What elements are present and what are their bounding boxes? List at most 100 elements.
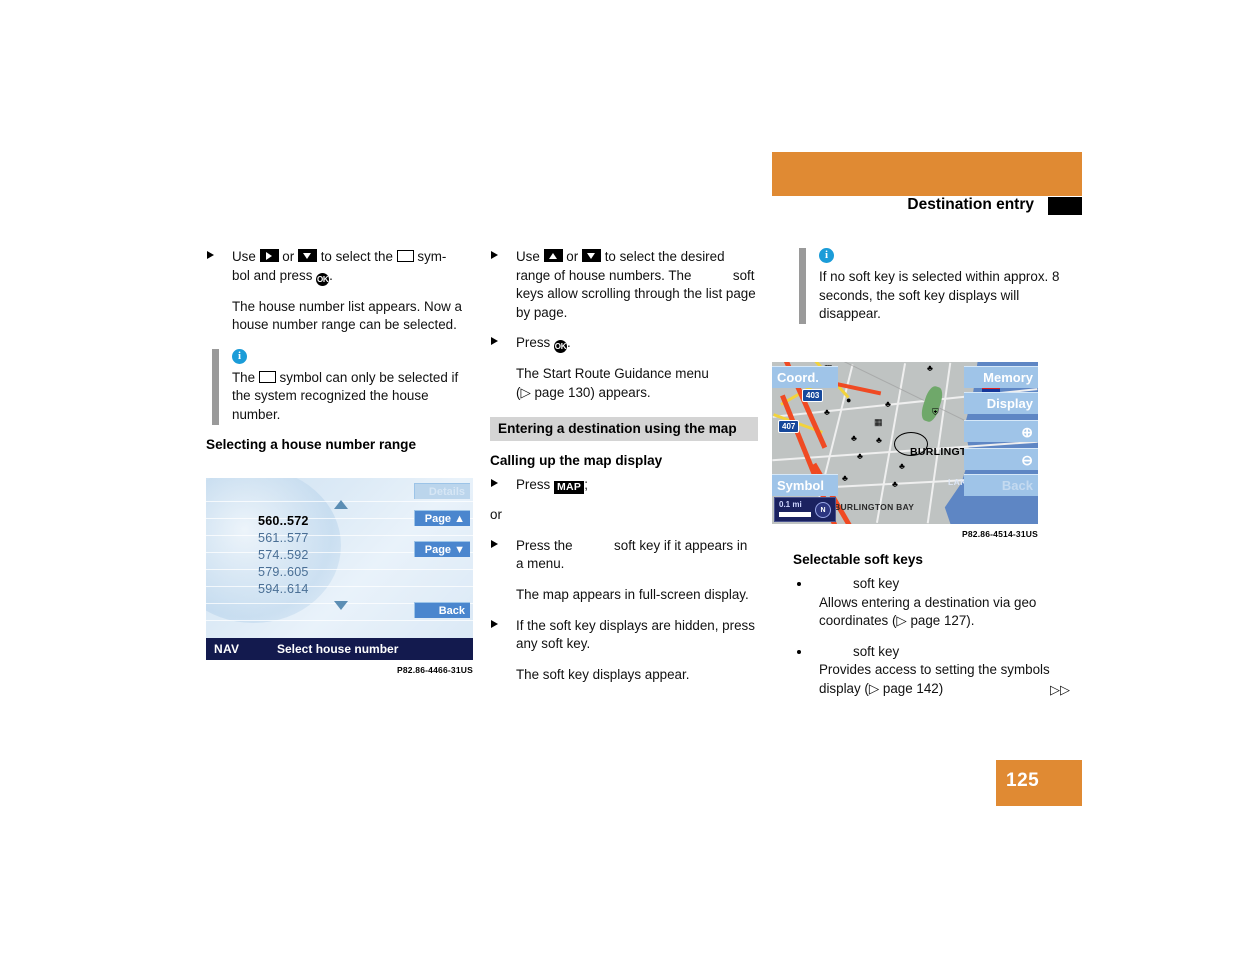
step-text: If the soft key displays are hidden, pre… (516, 617, 755, 652)
step-text-post: sym- (417, 249, 447, 264)
softkey-zoom-in[interactable]: ⊕ (964, 420, 1038, 442)
house-number-range-list: 560..572 561..577 574..592 579..605 594.… (206, 486, 411, 597)
map-scale-value: 0.1 mi (779, 500, 802, 509)
poi-tree-icon: ♣ (892, 479, 898, 489)
list-item[interactable]: 561..577 (206, 529, 411, 546)
step-text-pre: Use (516, 249, 540, 264)
section-bar-entering-destination-map: Entering a destination using the map (490, 416, 758, 441)
note-vertical-bar (799, 248, 806, 324)
softkey-memory[interactable]: Memory (964, 366, 1038, 388)
ok-key-icon: OK (553, 340, 567, 354)
paragraph-map-fullscreen: The map appears in full-screen display. (516, 586, 749, 602)
status-source-label: NAV (214, 642, 240, 656)
step-text-pre: Press the (516, 537, 573, 553)
figure-caption: P82.86-4466-31US (397, 665, 473, 675)
poi-tree-icon: ♣ (857, 451, 863, 461)
step-select-range: Use or to select the desired range of ho… (490, 248, 758, 322)
step-text-pre: Use (232, 249, 256, 264)
paragraph-line-b: page 130) appears. (534, 384, 651, 400)
poi-tree-icon: ♣ (851, 433, 857, 443)
bay-label: BURLINGTON BAY (834, 502, 915, 512)
info-note-1-text: The symbol can only be selected if the s… (232, 369, 474, 425)
softkey-details[interactable]: Details (414, 483, 470, 499)
step-text-mid: to select the (320, 249, 393, 264)
bullet-line3-a: display ( (819, 680, 869, 696)
map-key-icon: MAP (553, 480, 585, 494)
step-triangle-icon (491, 539, 498, 548)
scroll-down-arrow-icon[interactable] (334, 601, 348, 610)
step-text-post: ; (584, 476, 588, 492)
heading-calling-up-map-display: Calling up the map display (490, 452, 663, 468)
step-triangle-icon (491, 478, 498, 487)
bullet-coord-softkey: soft key Allows entering a destination v… (793, 575, 1065, 631)
step-text-line2-post: . (329, 267, 333, 283)
page-number: 125 (1006, 770, 1040, 791)
header-subtitle-row: Destination entry (772, 196, 1082, 218)
softkey-page-up[interactable]: Page ▲ (414, 510, 470, 526)
info-note-2: i If no soft key is selected within appr… (793, 248, 1065, 324)
list-item[interactable]: 594..614 (206, 580, 411, 597)
page-ref-arrow-icon: ▷ (896, 613, 911, 629)
list-item[interactable]: 574..592 (206, 546, 411, 563)
status-title-label: Select house number (277, 642, 399, 656)
compass-icon: N (815, 502, 831, 518)
poi-museum-icon: ⛨ (932, 407, 939, 417)
step-triangle-icon (491, 619, 498, 628)
route-shield-403: 403 (802, 389, 824, 402)
poi-icon: ● (846, 395, 852, 405)
note-text-pre: The (232, 369, 256, 385)
or-connector: or (490, 507, 502, 523)
column-middle: Use or to select the desired range of ho… (490, 248, 758, 696)
step-triangle-icon (491, 337, 498, 346)
figure-map-display: 403 407 ▩ ♣ ● ♣ ♣ ⛨ ▦ ♣ ♣ ♣ ♣ ♣ ♣ BURLIN… (772, 362, 1038, 539)
softkey-back[interactable]: Back (414, 602, 470, 618)
column-left: Use or to select the sym- bol and press … (206, 248, 474, 460)
softkey-page-down[interactable]: Page ▼ (414, 541, 470, 557)
softkey-display[interactable]: Display (964, 392, 1038, 414)
poi-tree-icon: ♣ (899, 461, 905, 471)
figure-caption: P82.86-4514-31US (962, 529, 1038, 539)
row-divider (206, 620, 473, 621)
step-text-post: . (566, 335, 571, 351)
step-text-or: or (566, 249, 579, 264)
list-item[interactable]: 560..572 (206, 512, 411, 529)
bullet-line2: Allows entering a destination via geo (819, 594, 1037, 610)
page-ref-arrow-icon: ▷ (868, 680, 883, 696)
page-title: Navigation* (1113, 926, 1219, 947)
poi-building-icon: ▦ (874, 417, 883, 427)
continue-marker-icon: ▷▷ (1050, 681, 1070, 697)
softkey-back[interactable]: Back (964, 474, 1038, 496)
list-item[interactable]: 579..605 (206, 563, 411, 580)
softkey-zoom-out[interactable]: ⊖ (964, 448, 1038, 470)
info-note-2-text: If no soft key is selected within approx… (819, 269, 1060, 322)
paragraph-line-a: The Start Route Guidance menu (516, 366, 709, 382)
info-icon: i (819, 248, 834, 263)
step-text-or: or (282, 249, 295, 264)
step-select-symbol: Use or to select the sym- bol and press … (206, 248, 474, 286)
down-arrow-key-icon (297, 249, 317, 262)
bullet-line3-a: coordinates ( (819, 613, 897, 629)
page-ref-open: (▷ (516, 384, 535, 400)
bullet-symbol-softkey: soft key Provides access to setting the … (793, 643, 1070, 699)
poi-tree-icon: ♣ (824, 407, 830, 417)
header-orange-bar (772, 152, 1082, 196)
route-shield-407: 407 (778, 420, 800, 433)
bullet-line1: soft key (853, 643, 900, 659)
bullet-dot-icon (797, 582, 801, 586)
map-scale-indicator: 0.1 mi N (774, 497, 836, 522)
zoom-in-icon: ⊕ (1021, 424, 1033, 440)
step-text-pre: Press (516, 476, 551, 492)
column-right-lower: Selectable soft keys soft key Allows ent… (793, 552, 1070, 711)
note-vertical-bar (212, 348, 219, 425)
nav-status-bar: NAV Select house number (206, 638, 473, 660)
step-press-softkey: Press the soft key if it appears in a me… (490, 537, 758, 574)
bullet-line2: Provides access to setting the symbols (819, 662, 1050, 678)
softkey-coord[interactable]: Coord. (772, 366, 838, 388)
right-arrow-key-icon (259, 249, 279, 262)
softkey-symbol[interactable]: Symbol (772, 474, 838, 496)
page-number-box: 125 (996, 760, 1082, 806)
paragraph-start-route-guidance: The Start Route Guidance menu (▷ page 13… (490, 365, 758, 402)
poi-tree-icon: ♣ (842, 473, 848, 483)
zoom-out-icon: ⊖ (1021, 452, 1033, 468)
bullet-dot-icon (797, 649, 801, 654)
